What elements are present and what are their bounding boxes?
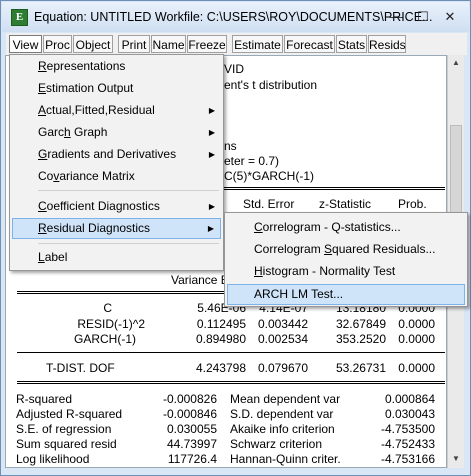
menu-item-actual-fitted-residual[interactable]: Actual,Fitted,Residual ▶ xyxy=(12,100,221,121)
output-partial-line: ent's t distribution xyxy=(224,78,318,92)
variance-equation-label: Variance E xyxy=(171,273,229,287)
forecast-button[interactable]: Forecast xyxy=(284,35,335,53)
residual-diagnostics-submenu: Correlogram - Q-statistics... Correlogra… xyxy=(224,212,468,307)
stat-label: R-squared xyxy=(16,392,73,406)
var-name: GARCH(-1) xyxy=(74,332,136,346)
stat-value: 0.030043 xyxy=(384,407,435,421)
print-button[interactable]: Print xyxy=(118,35,150,53)
output-partial-line: C(5)*GARCH(-1) xyxy=(224,169,314,183)
var-se: 0.003442 xyxy=(257,317,308,331)
stat-value: -0.000826 xyxy=(162,392,217,406)
stat-value: 0.030055 xyxy=(166,422,217,436)
col-header-prob: Prob. xyxy=(398,197,427,211)
eviews-app-icon: E xyxy=(11,9,28,26)
stat-value: -0.000846 xyxy=(162,407,217,421)
stat-label: S.E. of regression xyxy=(16,422,112,436)
menu-item-residual-diagnostics[interactable]: Residual Diagnostics ▶ xyxy=(12,218,221,239)
window-title: Equation: UNTITLED Workfile: C:\USERS\RO… xyxy=(34,10,433,24)
close-button[interactable]: ✕ xyxy=(442,10,458,24)
stat-value: 117726.4 xyxy=(167,452,217,466)
stat-label: Schwarz criterion xyxy=(230,437,323,451)
menu-separator xyxy=(38,190,219,191)
output-partial-line: ns xyxy=(224,139,237,153)
stat-label: Akaike info criterion xyxy=(230,422,335,436)
title-bar[interactable]: E Equation: UNTITLED Workfile: C:\USERS\… xyxy=(2,2,469,32)
scroll-up-icon[interactable]: ▲ xyxy=(448,55,464,71)
view-button[interactable]: View xyxy=(9,35,42,53)
var-name: RESID(-1)^2 xyxy=(77,317,145,331)
submenu-arrow-icon: ▶ xyxy=(208,128,215,137)
freeze-button[interactable]: Freeze xyxy=(187,35,227,53)
menu-item-garch-graph[interactable]: Garch Graph ▶ xyxy=(12,122,221,143)
stat-value: 44.73997 xyxy=(166,437,217,451)
stat-label: Hannan-Quinn criter. xyxy=(230,452,341,466)
object-button[interactable]: Object xyxy=(73,35,113,53)
dof-se: 0.079670 xyxy=(257,361,308,375)
submenu-arrow-icon: ▶ xyxy=(208,150,215,159)
output-partial-line: VID xyxy=(224,62,245,76)
col-header-stderr: Std. Error xyxy=(243,197,295,211)
menu-separator xyxy=(38,243,219,244)
minimize-button[interactable]: — xyxy=(388,10,404,24)
stat-label: Mean dependent var xyxy=(230,392,341,406)
resids-button[interactable]: Resids xyxy=(368,35,406,53)
submenu-arrow-icon: ▶ xyxy=(208,106,215,115)
stat-value: -4.753500 xyxy=(380,422,435,436)
var-p: 0.0000 xyxy=(398,332,435,346)
stat-value: 0.000864 xyxy=(384,392,435,406)
submenu-item-correlogram-squared[interactable]: Correlogram Squared Residuals... xyxy=(227,239,465,260)
menu-item-coefficient-diagnostics[interactable]: Coefficient Diagnostics ▶ xyxy=(12,196,221,217)
scroll-thumb[interactable] xyxy=(450,125,462,225)
view-menu: Representations Estimation Output Actual… xyxy=(9,54,224,271)
menu-item-covariance-matrix[interactable]: Covariance Matrix xyxy=(12,166,221,187)
stat-label: Sum squared resid xyxy=(16,437,117,451)
menu-item-estimation-output[interactable]: Estimation Output xyxy=(12,78,221,99)
dof-name: T-DIST. DOF xyxy=(46,361,115,375)
stat-label: S.D. dependent var xyxy=(230,407,334,421)
dof-p: 0.0000 xyxy=(398,361,435,375)
stat-value: -4.753166 xyxy=(380,452,435,466)
submenu-item-arch-lm-test[interactable]: ARCH LM Test... xyxy=(227,284,465,305)
menu-item-representations[interactable]: Representations xyxy=(12,56,221,77)
maximize-button[interactable]: ☐ xyxy=(415,10,431,24)
var-se: 0.002534 xyxy=(257,332,308,346)
submenu-item-histogram-normality[interactable]: Histogram - Normality Test xyxy=(227,261,465,282)
submenu-arrow-icon: ▶ xyxy=(208,202,215,211)
stat-label: Log likelihood xyxy=(16,452,90,466)
table-rule xyxy=(17,352,445,353)
submenu-arrow-icon: ▶ xyxy=(207,224,214,233)
stat-label: Adjusted R-squared xyxy=(16,407,123,421)
equation-toolbar: View Proc Object Print Name Freeze Estim… xyxy=(6,33,467,55)
stats-button[interactable]: Stats xyxy=(336,35,367,53)
stat-value: -4.752433 xyxy=(380,437,435,451)
output-partial-line: eter = 0.7) xyxy=(224,154,280,168)
proc-button[interactable]: Proc xyxy=(43,35,72,53)
estimate-button[interactable]: Estimate xyxy=(232,35,283,53)
var-p: 0.0000 xyxy=(398,317,435,331)
scroll-down-icon[interactable]: ▼ xyxy=(448,451,464,467)
menu-item-gradients-derivatives[interactable]: Gradients and Derivatives ▶ xyxy=(12,144,221,165)
table-rule xyxy=(17,381,445,384)
var-name: C xyxy=(103,301,112,315)
menu-item-label[interactable]: Label xyxy=(12,247,221,268)
submenu-item-correlogram-q[interactable]: Correlogram - Q-statistics... xyxy=(227,217,465,238)
col-header-zstat: z-Statistic xyxy=(319,197,372,211)
name-button[interactable]: Name xyxy=(151,35,186,53)
